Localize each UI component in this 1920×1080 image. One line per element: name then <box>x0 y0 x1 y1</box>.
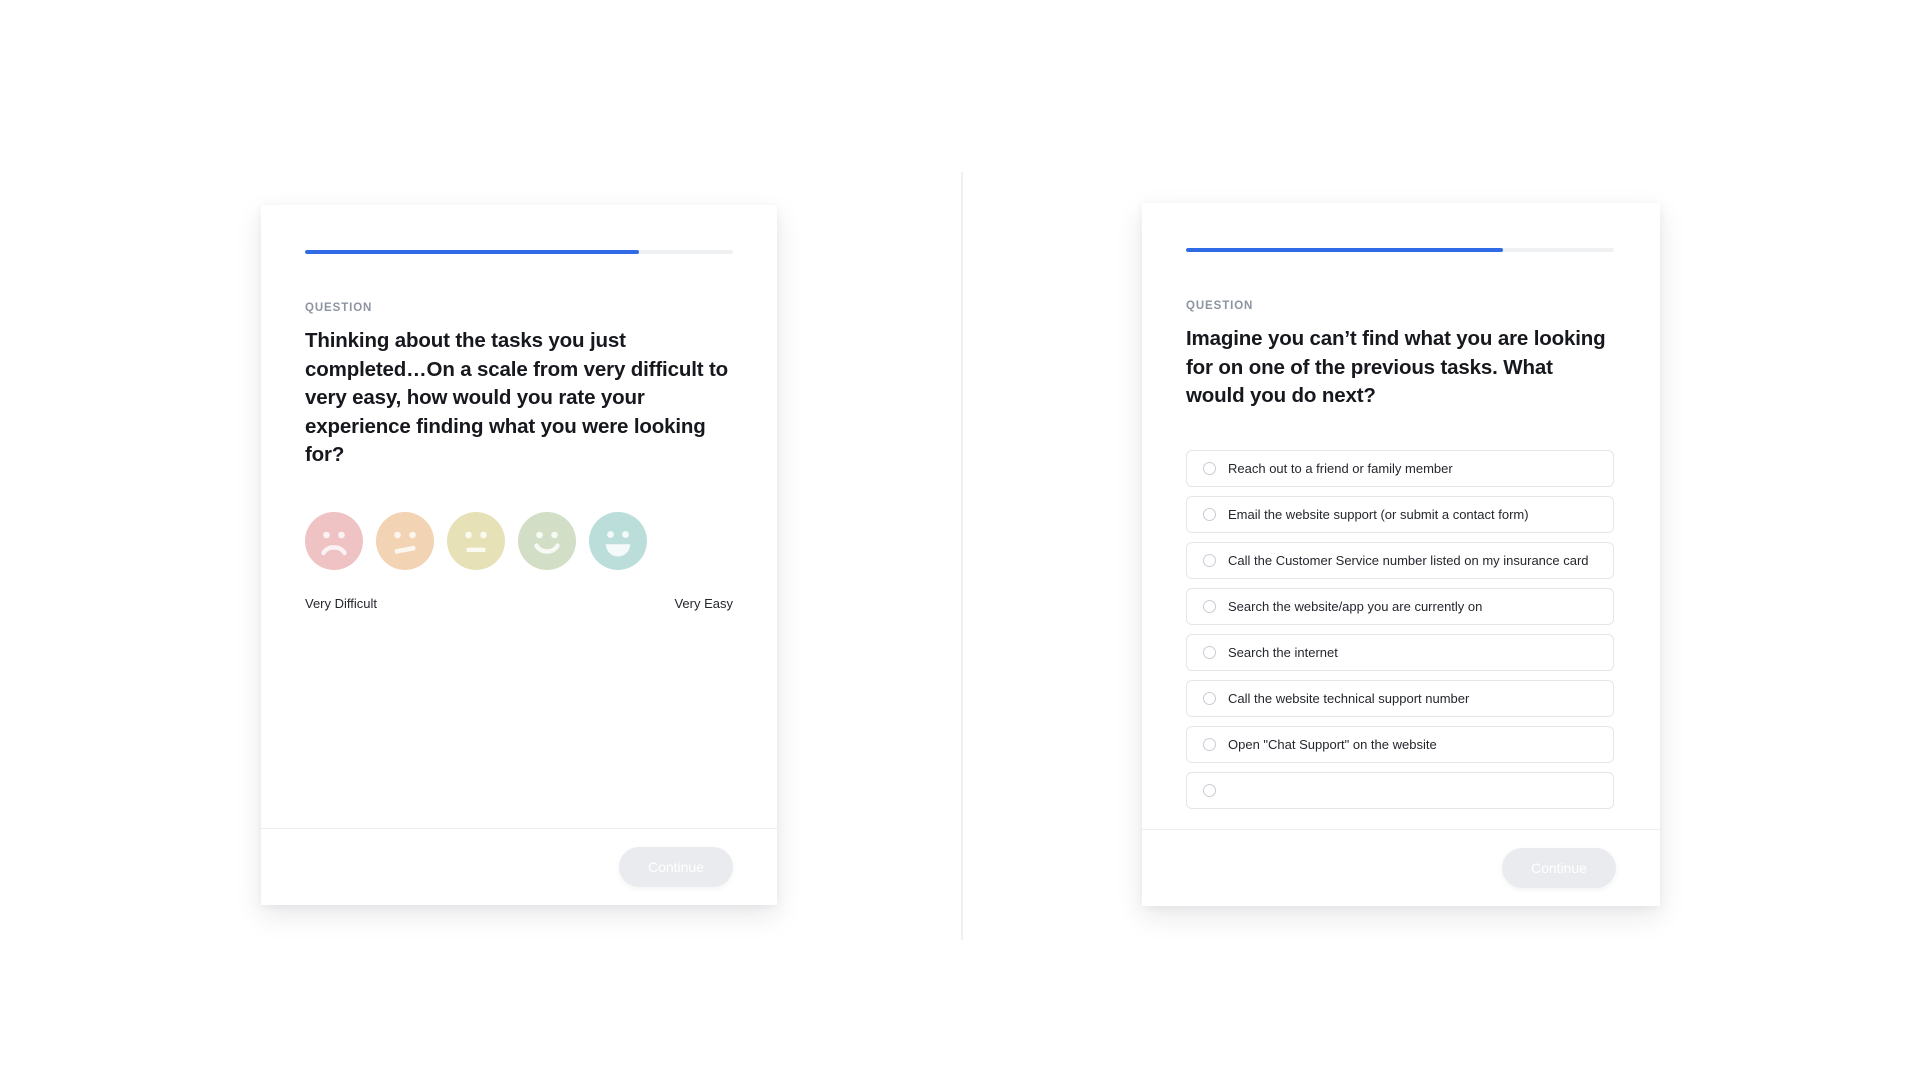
progress-bar-right-fill <box>1186 248 1503 252</box>
progress-bar-right <box>1186 248 1614 252</box>
rating-face-5-very-easy[interactable] <box>589 511 647 570</box>
radio-icon-6[interactable] <box>1203 691 1216 705</box>
survey-card-right: QUESTION Imagine you can’t find what you… <box>1142 203 1660 906</box>
rating-face-4-easy[interactable] <box>518 511 576 570</box>
option-row-7[interactable]: Open "Chat Support" on the website <box>1186 725 1614 763</box>
page-root: QUESTION Thinking about the tasks you ju… <box>0 0 1920 1080</box>
continue-button-left[interactable]: Continue <box>618 847 733 887</box>
left-card-body: QUESTION Thinking about the tasks you ju… <box>261 205 777 828</box>
option-row-3[interactable]: Call the Customer Service number listed … <box>1186 541 1614 579</box>
left-card-footer: Continue <box>261 828 777 905</box>
radio-icon-5[interactable] <box>1203 645 1216 659</box>
progress-bar-left <box>305 250 733 254</box>
radio-icon-4[interactable] <box>1203 599 1216 613</box>
smiley-rating-scale <box>305 511 733 570</box>
radio-icon-2[interactable] <box>1203 507 1216 521</box>
survey-card-left: QUESTION Thinking about the tasks you ju… <box>261 205 777 905</box>
option-label-4: Search the website/app you are currently… <box>1228 598 1483 614</box>
option-row-5[interactable]: Search the internet <box>1186 633 1614 671</box>
option-row-6[interactable]: Call the website technical support numbe… <box>1186 679 1614 717</box>
option-row-2[interactable]: Email the website support (or submit a c… <box>1186 495 1614 533</box>
option-label-7: Open "Chat Support" on the website <box>1228 736 1437 752</box>
option-row-1[interactable]: Reach out to a friend or family member <box>1186 449 1614 487</box>
rating-face-3-neutral[interactable] <box>447 511 505 570</box>
frown-face-icon <box>305 511 363 570</box>
option-label-6: Call the website technical support numbe… <box>1228 690 1470 706</box>
rating-face-2-difficult[interactable] <box>376 511 434 570</box>
option-label-1: Reach out to a friend or family member <box>1228 460 1453 476</box>
continue-button-right[interactable]: Continue <box>1501 848 1616 888</box>
radio-icon-1[interactable] <box>1203 461 1216 475</box>
option-label-3: Call the Customer Service number listed … <box>1228 552 1589 568</box>
radio-icon-7[interactable] <box>1203 737 1216 751</box>
rating-face-1-very-difficult[interactable] <box>305 511 363 570</box>
answer-options-list: Reach out to a friend or family member E… <box>1186 449 1614 809</box>
smile-face-icon <box>518 511 576 570</box>
option-label-5: Search the internet <box>1228 644 1338 660</box>
option-row-8[interactable] <box>1186 771 1614 809</box>
radio-icon-8[interactable] <box>1203 783 1216 797</box>
scale-label-low: Very Difficult <box>305 595 378 611</box>
scale-label-high: Very Easy <box>674 595 733 611</box>
panel-divider <box>961 172 963 940</box>
radio-icon-3[interactable] <box>1203 553 1216 567</box>
scale-endpoint-labels: Very Difficult Very Easy <box>305 596 733 611</box>
right-card-body: QUESTION Imagine you can’t find what you… <box>1142 203 1660 829</box>
slight-frown-face-icon <box>376 511 434 570</box>
option-label-2: Email the website support (or submit a c… <box>1228 506 1529 522</box>
question-eyebrow-left: QUESTION <box>305 302 373 314</box>
neutral-face-icon <box>447 511 505 570</box>
question-text-left: Thinking about the tasks you just comple… <box>305 329 729 466</box>
progress-bar-left-fill <box>305 250 639 254</box>
question-text-right: Imagine you can’t find what you are look… <box>1186 327 1606 407</box>
question-eyebrow-right: QUESTION <box>1186 300 1254 312</box>
right-card-footer: Continue <box>1142 829 1660 906</box>
big-smile-face-icon <box>589 511 647 570</box>
option-row-4[interactable]: Search the website/app you are currently… <box>1186 587 1614 625</box>
